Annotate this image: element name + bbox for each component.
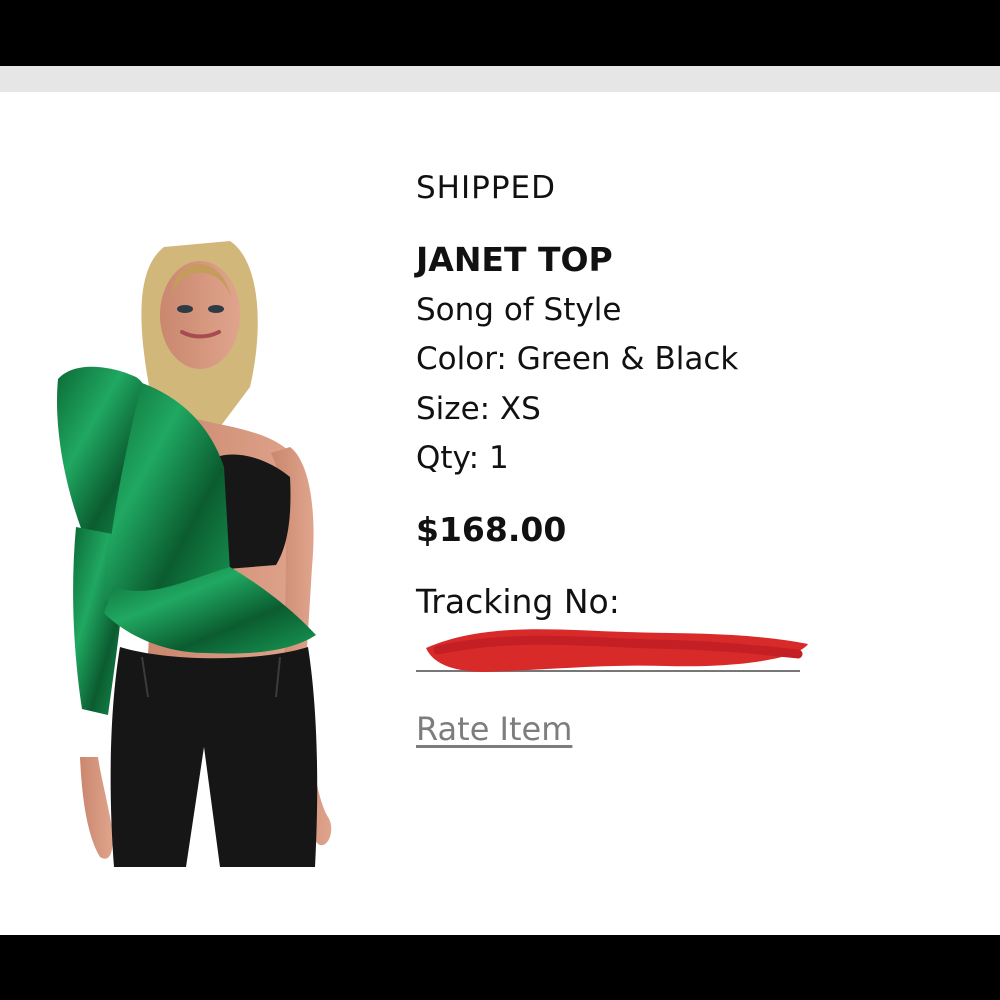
redaction-scribble bbox=[426, 629, 808, 672]
brand-name: Song of Style bbox=[416, 292, 622, 328]
shipment-status: SHIPPED bbox=[416, 170, 556, 206]
rate-item-link[interactable]: Rate Item bbox=[416, 710, 572, 748]
product-image[interactable] bbox=[40, 227, 360, 867]
product-price: $168.00 bbox=[416, 510, 567, 549]
product-color: Color: Green & Black bbox=[416, 341, 739, 377]
product-quantity: Qty: 1 bbox=[416, 440, 509, 476]
product-size: Size: XS bbox=[416, 391, 541, 427]
product-name[interactable]: JANET TOP bbox=[416, 240, 613, 279]
screenshot-frame: SHIPPED JANET TOP Song of Style Color: G… bbox=[0, 0, 1000, 1000]
top-bar bbox=[0, 66, 1000, 92]
order-item-card: SHIPPED JANET TOP Song of Style Color: G… bbox=[0, 92, 1000, 935]
